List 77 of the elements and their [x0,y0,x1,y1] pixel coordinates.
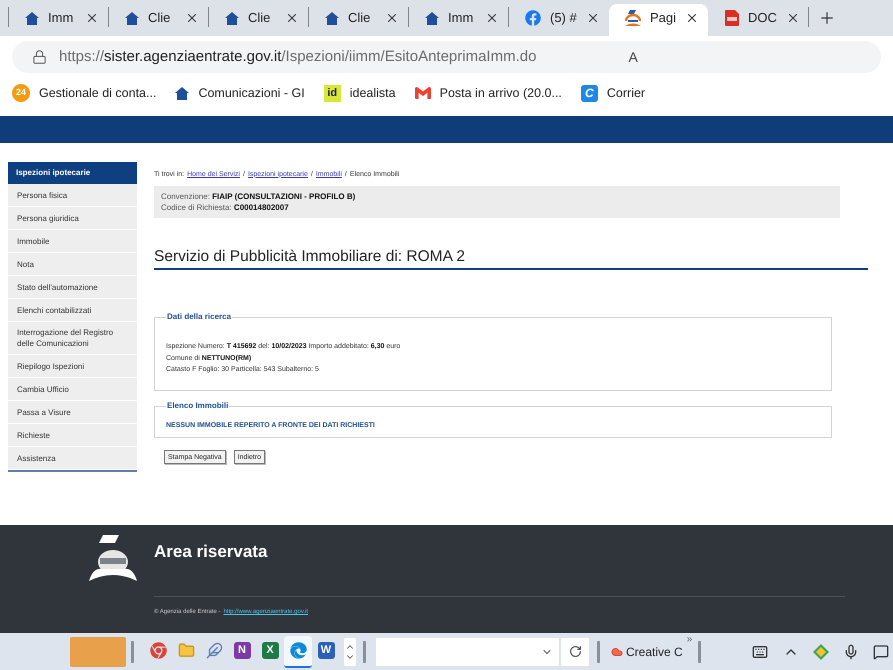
info-line: Convenzione: FIAIP (CONSULTAZIONI - PROFILO B) [161,191,356,202]
arc-logo-icon [625,10,641,26]
keyboard-icon[interactable] [751,644,769,660]
bookmark[interactable]: id idealista [324,81,396,105]
close-icon[interactable] [85,11,99,25]
tile-icon: id [324,84,341,102]
close-icon[interactable] [285,11,299,25]
browser-tab[interactable]: Clie [209,4,308,36]
refresh-icon [568,645,582,658]
page-title: Servizio di Pubblicità Immobiliare di: ROMA 2 [154,247,465,267]
number-icon: 24 [12,84,30,102]
photo-placeholder [70,636,126,666]
house-icon [225,12,239,24]
address-field[interactable]: https://sister.agenziaentrate.gov.it/Ispezioni/iimm/EsitoAnteprimaImm.do A [12,41,881,73]
spreadsheet-icon: X [262,642,278,659]
notebook-icon: N [234,642,250,659]
facebook-icon [525,10,541,26]
taskbar-app[interactable]: N [228,636,256,668]
house-icon [325,12,339,24]
browser-tab[interactable]: DOC [709,4,808,36]
section-legend: Elenco Immobili [166,400,230,412]
browser-tab[interactable]: Clie [109,4,208,36]
sidebar-item[interactable]: Richieste [8,424,137,447]
bookmark[interactable]: 24 Gestionale di conta... [12,81,156,105]
taskbar-app[interactable] [284,636,312,668]
scroll-arrows-icon[interactable] [344,638,356,666]
search-field[interactable] [376,638,559,666]
house-icon [25,12,39,24]
bookmark[interactable]: C Corrier [580,81,646,105]
info-line: Codice di Richiesta: C00014802007 [161,202,289,213]
browser-tab[interactable]: Pagi [609,4,708,36]
browser-tab[interactable]: Clie [309,4,408,36]
browser-tab[interactable]: (5) # [509,4,608,36]
sidebar-item[interactable]: Stato dell'automazione [8,276,137,299]
sidebar-item[interactable]: Persona fisica [8,184,137,207]
lock-icon [32,49,47,65]
house-icon [175,86,190,100]
letter-tile-icon: C [580,84,598,102]
new-tab-icon[interactable] [818,9,836,27]
section-legend: Dati della ricerca [166,311,232,323]
bookmark[interactable]: Comunicazioni - GI [175,81,305,105]
mail-icon [414,85,431,101]
close-icon[interactable] [485,11,499,25]
feather-icon [206,642,222,659]
refresh-button[interactable] [561,638,589,666]
read-aloud-button[interactable]: A [628,46,638,68]
taskbar-app[interactable]: W [312,636,340,668]
close-icon[interactable] [385,11,399,25]
sidebar-item[interactable]: Interrogazione del Registro delle Comunicazioni [8,322,137,355]
house-icon [125,12,139,24]
logo-icon [88,535,138,581]
sidebar-heading: Ispezioni ipotecarie [8,162,137,184]
message-icon[interactable] [873,644,889,660]
footer-title: Area riservata [154,542,268,562]
sidebar-item[interactable]: Cambia Ufficio [8,378,137,401]
bookmark[interactable]: Posta in arrivo (20.0... [414,81,562,105]
document-icon [725,10,739,26]
browser-tab[interactable]: Imm [409,4,508,36]
document-icon: W [318,642,334,659]
taskbar-window-button[interactable]: Creative C [611,638,683,666]
sidebar-item[interactable]: Passa a Visure [8,401,137,424]
sidebar-item[interactable]: Immobile [8,230,137,253]
folder-icon [178,642,194,659]
house-icon [425,12,439,24]
sidebar-item[interactable]: Riepilogo Ispezioni [8,355,137,378]
sidebar-item[interactable]: Persona giuridica [8,207,137,230]
sidebar-item[interactable]: Assistenza [8,447,137,470]
microphone-icon[interactable] [843,644,859,660]
close-icon[interactable] [185,11,199,25]
sidebar-item[interactable]: Elenchi contabilizzati [8,299,137,322]
taskbar-app[interactable]: X [256,636,284,668]
cloud-icon [611,646,623,658]
browser-tab[interactable]: Imm [9,4,108,36]
edge-icon [290,642,306,659]
overflow-chevron[interactable]: » [686,635,692,645]
chrome-icon [150,642,166,659]
sidebar-item[interactable]: Nota [8,253,137,276]
